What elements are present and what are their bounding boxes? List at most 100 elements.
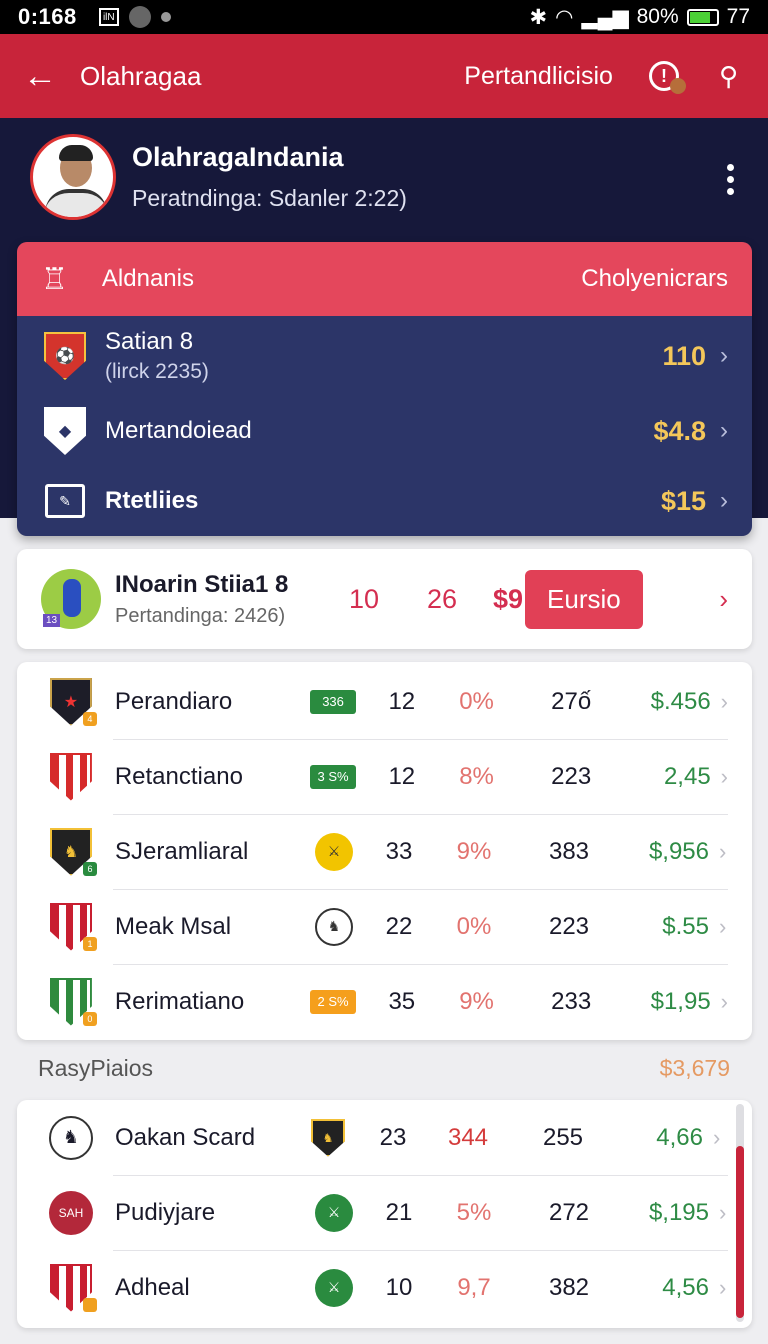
team-stat-4: $,195 [648,1198,709,1226]
chevron-right-icon[interactable]: › [719,584,728,615]
table-row[interactable]: Adheal ⚔ 10 9,7 382 4,56 › [17,1250,752,1325]
team-stat-1: 12 [388,762,416,790]
team-stat-4: 4,66 [656,1123,703,1151]
team-stat-3: 233 [551,987,592,1015]
league-row[interactable]: ◆ Mertandoiead $4.8 › [17,396,752,466]
app-subtitle-link[interactable]: Pertandlicisio [464,62,613,91]
team-table: ★ 4 Perandiaro 336 12 0% 27ố $.456 › Ret… [17,662,752,1040]
section-header: RasyPiaios $3,679 [38,1055,730,1082]
league-row-label: Satian 8 [105,328,194,355]
more-options-icon[interactable] [727,164,734,195]
table-row[interactable]: 0 Rerimatiano 2 S% 35 9% 233 $1,95 › [17,964,752,1039]
section-total: $3,679 [659,1055,730,1081]
avatar[interactable] [30,134,116,220]
shield-ball-icon: ◆ [41,407,89,455]
team-stat-2: 5% [456,1198,492,1226]
player-stat-3: $9 [493,583,524,614]
horse-icon: ♞ [315,907,353,946]
team-stat-2: 344 [447,1123,489,1151]
team-stat-1: 22 [385,912,413,940]
notification-icon: ilN [98,8,119,26]
team-name: Perandiaro [114,687,233,715]
profile-subtitle: Peratndinga: Sdanler 2:22) [132,185,407,211]
team-crest-icon: ★ 4 [47,677,97,726]
table-row[interactable]: 1 Meak Msal ♞ 22 0% 223 $.55 › [17,889,752,964]
table-row[interactable]: ♞ 6 SJeramliaral ⚔ 33 9% 383 $,956 › [17,814,752,889]
player-stat-1: 10 [348,583,380,614]
signal-icon: ▂▄▆ [581,5,629,29]
app-title: Olahragaa [80,60,202,91]
league-header-left: Aldnanis [101,265,194,292]
team-stat-3: 223 [551,762,592,790]
status-extra: 77 [726,5,750,28]
team-crest-icon: 1 [47,902,97,951]
team-name: Meak Msal [115,912,232,940]
trophy-icon: ♖ [41,262,68,296]
tactics-board-icon: ✎ [41,477,89,525]
club-crest-icon: ⚽ [41,332,89,380]
player-action-button[interactable]: Eursio [525,569,643,629]
team-stat-2: 0% [456,912,492,940]
table-row[interactable]: ♞ Oakan Scard ♞ 23 344 255 4,66 › [17,1100,752,1175]
chevron-right-icon: › [720,688,728,714]
team-stat-2: 8% [459,762,494,790]
team-crest-icon: ♞ 6 [47,827,97,876]
team-stat-3: 383 [548,837,590,865]
arrow-left-icon[interactable]: ← [0,57,80,96]
secondary-team-table: ♞ Oakan Scard ♞ 23 344 255 4,66 › SAH Pu… [17,1100,752,1328]
team-name: Rerimatiano [114,987,245,1015]
info-icon[interactable]: ! [648,61,686,94]
team-stat-4: $,956 [648,837,709,865]
dot-icon [160,12,171,22]
team-stat-3: 255 [542,1123,584,1151]
team-name: Retanctiano [114,762,243,790]
league-row-sub: (lirck 2235) [105,360,209,383]
team-stat-3: 272 [548,1198,590,1226]
team-stat-4: $1,95 [650,987,711,1015]
scrollbar[interactable] [736,1104,744,1322]
team-stat-2: 9% [459,987,494,1015]
team-stat-4: $.55 [662,912,709,940]
team-name: Pudiyjare [115,1198,216,1226]
team-crest-icon [47,1263,97,1312]
league-row[interactable]: ⚽ Satian 8 (lirck 2235) 110 › [17,316,752,396]
league-header-right[interactable]: Cholyenicrars [581,265,728,293]
league-row-value: 110 [662,340,706,371]
player-card[interactable]: 13 INoarin Stiia1 8 Pertandinga: 2426) 1… [17,549,752,649]
table-row[interactable]: ★ 4 Perandiaro 336 12 0% 27ố $.456 › [17,664,752,739]
team-stat-1: 21 [385,1198,413,1226]
team-stat-4: $.456 [650,687,711,715]
team-stat-2: 9% [456,837,492,865]
team-stat-1: 10 [385,1273,413,1301]
chevron-right-icon: › [720,763,728,789]
player-badge: 13 [43,614,61,627]
chevron-right-icon: › [720,988,728,1014]
league-row-label: Mertandoiead [105,417,252,444]
pin-icon[interactable]: ⚲ [719,61,738,92]
team-stat-1: 33 [385,837,413,865]
team-chip: 2 S% [310,989,356,1014]
table-row[interactable]: Retanctiano 3 S% 12 8% 223 2,45 › [17,739,752,814]
app-bar: ← Olahragaa Pertandlicisio ! ⚲ [0,34,768,118]
team-chip: 3 S% [310,764,356,789]
team-stat-1: 23 [379,1123,407,1151]
table-row[interactable]: SAH Pudiyjare ⚔ 5 21 5% 272 $,195 › [17,1175,752,1250]
team-stat-4: 4,56 [662,1273,709,1301]
league-row[interactable]: ✎ Rtetliies $15 › [17,466,752,536]
player-subtitle: Pertandinga: 2426) [115,604,286,627]
player-avatar: 13 [41,569,101,629]
team-stat-3: 223 [548,912,590,940]
team-crest-icon [47,752,95,801]
team-chip: 336 [310,689,356,714]
section-title: RasyPiaios [38,1055,154,1081]
team-stat-1: 12 [388,687,416,715]
team-name: Adheal [115,1273,190,1301]
team-stat-3: 27ố [551,687,592,715]
profile-name: OlahragaIndania [132,142,344,172]
league-card-header: ♖ Aldnanis Cholyenicrars [17,242,752,316]
team-crest-icon: 0 [47,977,97,1026]
sword-icon: ⚔ [315,1268,353,1307]
bluetooth-icon: ✱ [529,5,548,29]
chevron-right-icon: › [720,342,728,369]
wifi-icon: ◠ [555,5,574,29]
